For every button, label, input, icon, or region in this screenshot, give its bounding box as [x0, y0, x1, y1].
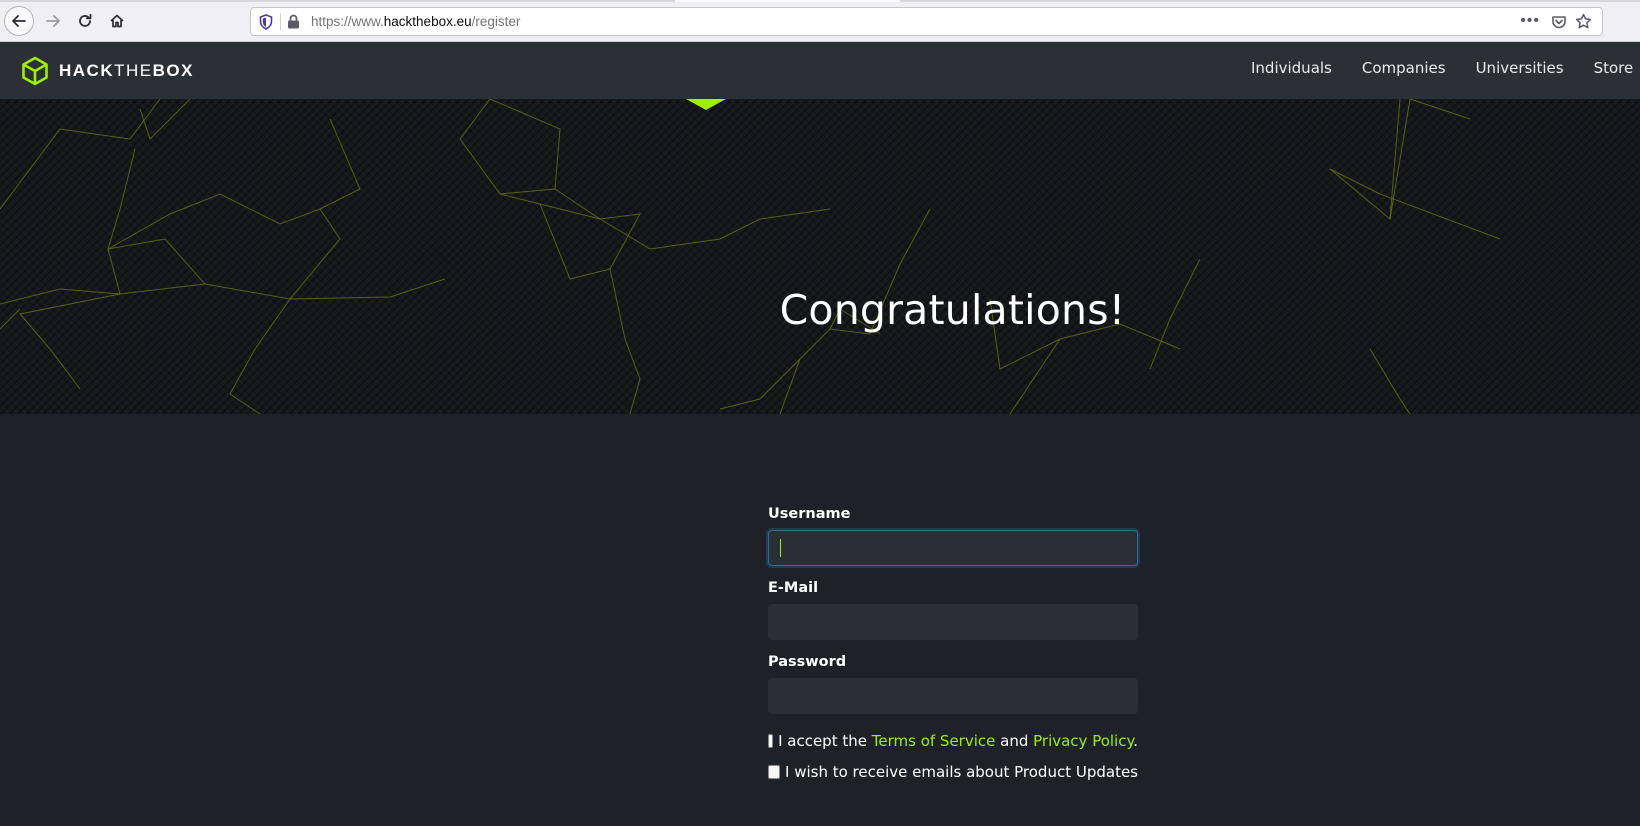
forward-button[interactable] — [38, 6, 68, 36]
nav-universities[interactable]: Universities — [1476, 59, 1564, 77]
password-input[interactable] — [768, 678, 1138, 714]
url-separator — [280, 13, 281, 30]
home-button[interactable] — [102, 6, 132, 36]
email-label: E-Mail — [768, 580, 819, 596]
pocket-icon[interactable] — [1551, 14, 1567, 35]
url-path: /register — [471, 14, 521, 29]
active-tab-indicator — [675, 0, 900, 2]
url-text[interactable]: https://www.hackthebox.eu/register — [311, 14, 520, 29]
tracking-protection-shield-icon[interactable] — [259, 14, 273, 35]
site-header: HACKTHEBOX Individuals Companies Univers… — [0, 42, 1640, 99]
arrow-left-icon — [12, 15, 26, 27]
site-logo[interactable]: HACKTHEBOX — [21, 56, 194, 86]
logo-hack: HACK — [59, 61, 115, 80]
top-navigation: Individuals Companies Universities Store… — [1251, 59, 1640, 77]
privacy-policy-link[interactable]: Privacy Policy — [1033, 732, 1133, 750]
terms-and-text: and — [995, 732, 1034, 750]
username-input[interactable] — [768, 530, 1138, 566]
hero-title: Congratulations! — [779, 286, 1126, 334]
page-actions-more-icon[interactable]: ••• — [1520, 12, 1540, 30]
email-field-group: E-Mail — [768, 580, 1138, 640]
arrow-right-icon — [46, 15, 60, 27]
text-caret — [780, 539, 781, 557]
nav-store[interactable]: Store — [1594, 59, 1634, 77]
browser-toolbar: https://www.hackthebox.eu/register ••• — [0, 0, 1640, 42]
bookmark-star-icon[interactable] — [1575, 13, 1592, 35]
password-label: Password — [768, 654, 847, 670]
terms-row: I accept the Terms of Service and Privac… — [768, 732, 1138, 750]
lock-icon[interactable] — [287, 14, 300, 34]
url-host: hackthebox.eu — [383, 14, 472, 29]
back-button[interactable] — [4, 6, 34, 36]
username-input-wrapper — [768, 530, 1138, 566]
hero-notch-marker — [686, 99, 726, 110]
product-updates-checkbox[interactable] — [768, 765, 781, 779]
logo-the: THE — [114, 61, 153, 80]
terms-checkbox[interactable] — [768, 734, 774, 748]
reload-icon — [79, 13, 92, 27]
terms-text: I accept the Terms of Service and Privac… — [778, 732, 1138, 750]
url-prefix: https://www. — [311, 14, 384, 29]
nav-individuals[interactable]: Individuals — [1251, 59, 1332, 77]
address-bar[interactable]: https://www.hackthebox.eu/register ••• — [250, 7, 1603, 36]
network-background-graphic — [0, 99, 1501, 414]
username-field-group: Username — [768, 506, 1138, 566]
logo-box: BOX — [152, 61, 194, 80]
product-updates-label: I wish to receive emails about Product U… — [785, 763, 1138, 781]
home-icon — [110, 14, 124, 28]
logo-text: HACKTHEBOX — [59, 61, 194, 81]
product-updates-row: I wish to receive emails about Product U… — [768, 763, 1138, 781]
username-label: Username — [768, 506, 851, 522]
terms-period: . — [1133, 732, 1138, 750]
email-input[interactable] — [768, 604, 1138, 640]
terms-of-service-link[interactable]: Terms of Service — [872, 732, 996, 750]
terms-prefix-text: I accept the — [778, 732, 872, 750]
register-form: Username E-Mail Password I accept the Te… — [768, 506, 1138, 781]
nav-companies[interactable]: Companies — [1362, 59, 1446, 77]
hero-banner: Congratulations! — [0, 99, 1640, 414]
reload-button[interactable] — [70, 6, 100, 36]
cube-logo-icon — [22, 56, 48, 86]
password-field-group: Password — [768, 654, 1138, 714]
